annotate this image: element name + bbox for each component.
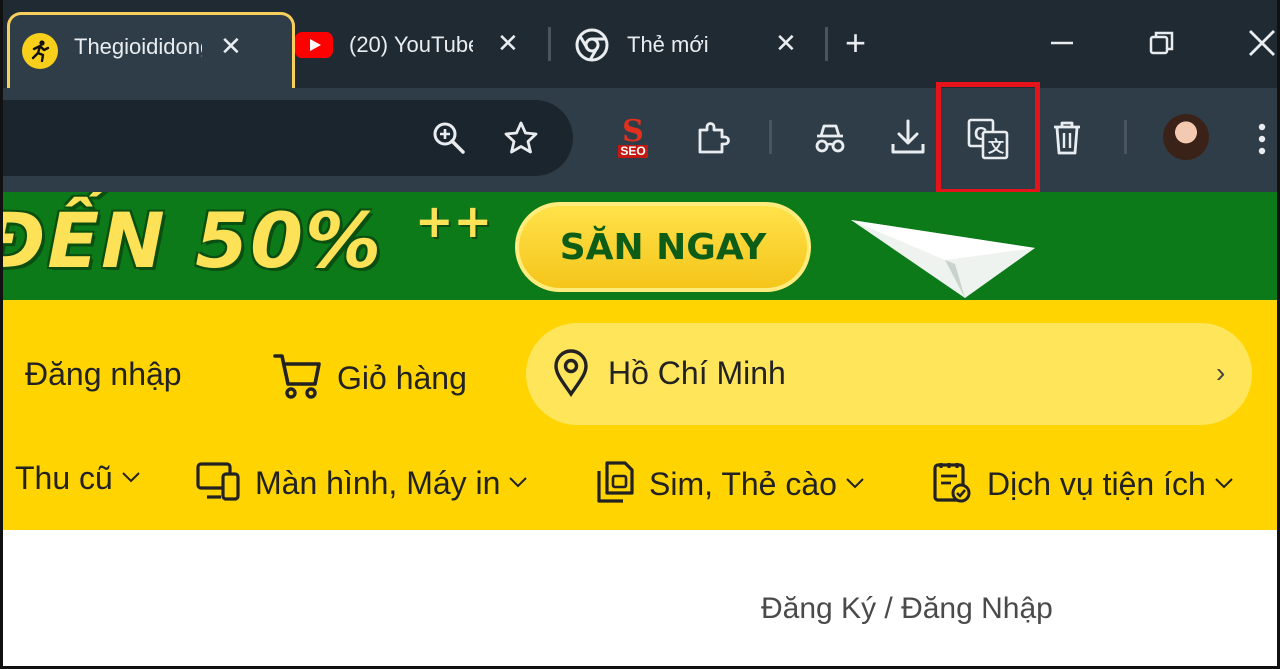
nav-item-label: Thu cũ [15,460,113,496]
minimize-button[interactable] [1049,30,1075,61]
cart-link[interactable]: Giỏ hàng [273,352,467,405]
close-tab-icon[interactable]: ✕ [775,28,797,59]
restore-button[interactable] [1149,30,1175,61]
nav-item-label: Màn hình, Máy in [255,465,501,501]
nav-item-sim-card[interactable]: Sim, Thẻ cào [595,460,865,509]
svg-text:文: 文 [988,137,1005,156]
paper-plane-graphic [851,220,1035,298]
tab-thegioididong[interactable]: Thegioididong ✕ [7,12,295,88]
close-tab-icon[interactable]: ✕ [497,28,519,59]
hunt-now-button[interactable]: SĂN NGAY [515,202,811,292]
chevron-down-icon [1214,476,1234,494]
location-selector[interactable]: Hồ Chí Minh › [526,323,1252,425]
nav-item-label: Dịch vụ tiện ích [987,466,1206,502]
download-icon[interactable] [889,118,927,156]
seo-extension-letter: S [622,113,644,149]
bookmark-star-icon[interactable] [503,120,539,156]
close-window-button[interactable] [1247,28,1277,63]
chevron-right-icon: › [1216,357,1226,388]
tab-title: Thegioididong [74,34,202,59]
cart-label: Giỏ hàng [337,360,467,396]
login-link[interactable]: Đăng nhập [25,356,182,393]
google-translate-icon[interactable]: G文 [967,118,1009,160]
location-pin-icon [552,349,590,402]
chevron-down-icon [845,476,865,494]
browser-toolbar: S SEO G文 [3,82,1277,194]
more-menu-icon[interactable] [1257,122,1267,156]
seo-extension-icon[interactable]: S SEO [613,113,653,158]
nav-item-label: Sim, Thẻ cào [649,466,837,502]
youtube-icon [295,32,333,58]
tab-youtube[interactable]: (20) YouTube ✕ [293,14,533,74]
toolbar-divider [1124,120,1127,154]
promo-suffix: ++ [415,194,493,248]
tab-divider [548,27,551,61]
nav-item-trade-in[interactable]: Thu cũ [15,460,141,497]
chevron-down-icon [121,470,141,488]
profile-avatar[interactable] [1163,114,1209,160]
zoom-icon[interactable] [431,120,467,156]
site-header: Đăng nhập Giỏ hàng Hồ Chí Minh › Thu cũ [3,300,1277,530]
nav-item-monitor-printer[interactable]: Màn hình, Máy in [195,460,528,507]
nav-item-utilities[interactable]: Dịch vụ tiện ích [931,460,1234,509]
address-bar[interactable] [3,100,573,176]
extensions-puzzle-icon[interactable] [695,120,731,156]
page-content: Đăng Ký / Đăng Nhập [3,530,1277,666]
tab-new-tab[interactable]: Thẻ mới ✕ [571,14,811,74]
new-tab-button[interactable]: + [845,22,866,64]
location-label: Hồ Chí Minh [608,355,786,391]
promo-text: ĐẾN 50% [3,196,384,285]
chrome-icon [575,28,609,68]
cart-icon [273,352,323,405]
tab-strip: Thegioididong ✕ (20) YouTube ✕ Thẻ mới ✕… [3,0,1277,88]
close-tab-icon[interactable]: ✕ [220,31,242,62]
promo-banner[interactable]: ĐẾN 50% ++ SĂN NGAY [3,192,1277,300]
utility-bill-icon [931,460,973,509]
tab-title: (20) YouTube [349,32,473,57]
thegioididong-logo-icon [22,33,58,69]
incognito-icon[interactable] [811,122,849,154]
chevron-down-icon [508,475,528,493]
tab-divider [825,27,828,61]
browser-window: Thegioididong ✕ (20) YouTube ✕ Thẻ mới ✕… [0,0,1280,669]
sim-card-icon [595,460,635,509]
seo-extension-label: SEO [618,143,648,158]
tab-title: Thẻ mới [627,32,709,57]
toolbar-divider [769,120,772,154]
monitor-printer-icon [195,460,241,507]
trash-icon[interactable] [1051,120,1083,156]
register-login-link[interactable]: Đăng Ký / Đăng Nhập [761,592,1053,626]
